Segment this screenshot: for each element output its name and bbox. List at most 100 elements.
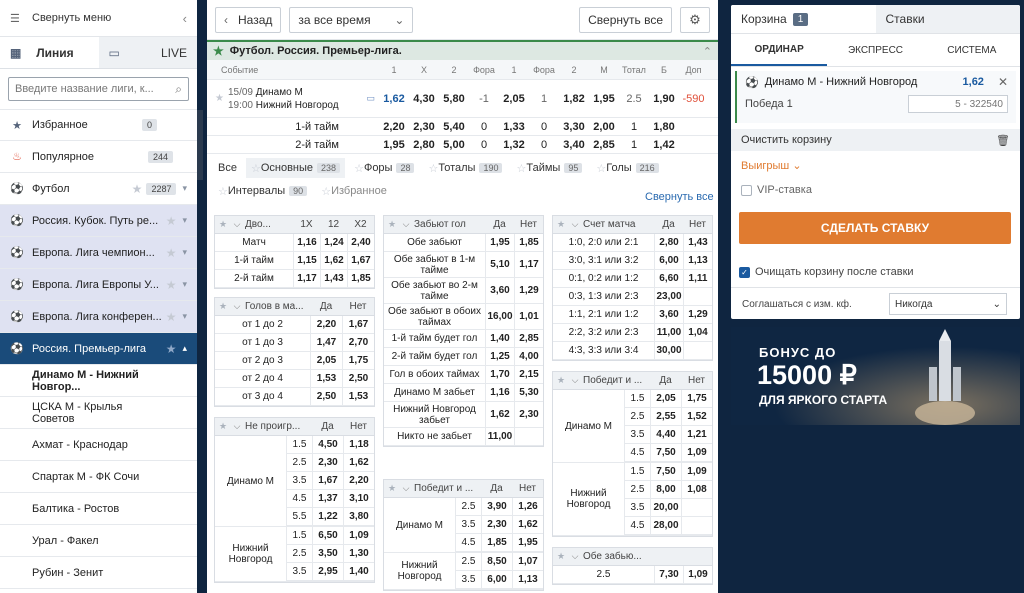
odd-cell[interactable]: 8,50 — [481, 553, 512, 570]
odd-cell[interactable]: 7,30 — [654, 566, 683, 583]
match-item[interactable]: Урал - Факел — [0, 525, 197, 557]
star-icon[interactable]: ★ — [557, 219, 569, 230]
odd-cell[interactable]: 1,43 — [683, 234, 712, 251]
odd-cell[interactable]: 1,13 — [683, 252, 712, 269]
chevron-down-icon[interactable]: ▾ — [182, 279, 187, 290]
star-icon[interactable]: ★ — [213, 44, 224, 58]
odd-cell[interactable]: 1,62 — [320, 252, 347, 269]
odd-cell[interactable]: 2,50 — [342, 370, 374, 387]
vip-checkbox[interactable] — [741, 184, 752, 196]
odd-cell[interactable]: 1,15 — [293, 252, 320, 269]
period-select[interactable]: за все время ⌄ — [289, 6, 414, 33]
odd-cell[interactable]: 1,17 — [514, 252, 543, 277]
filter-handicaps[interactable]: ☆ Форы 28 — [349, 158, 420, 178]
odd-cell[interactable]: 1,62 — [343, 454, 374, 471]
odd-cell[interactable] — [514, 428, 543, 445]
odd-cell[interactable]: 1,70 — [485, 366, 514, 383]
match-item[interactable]: Спартак М - ФК Сочи — [0, 461, 197, 493]
odd-cell[interactable]: 2,05 — [650, 390, 681, 407]
odd-cell[interactable]: 16,00 — [485, 304, 514, 329]
odd-cell[interactable]: 1,43 — [320, 270, 347, 287]
promo-banner[interactable]: БОНУС ДО 15000 ₽ ДЛЯ ЯРКОГО СТАРТА — [731, 327, 1020, 425]
chevron-down-icon[interactable]: ▾ — [182, 215, 187, 226]
star-icon[interactable]: ★ — [388, 219, 400, 230]
market-header[interactable]: ★ ⌵ Голов в ма... Да Нет — [215, 298, 374, 316]
odd-cell[interactable]: 2,30 — [409, 121, 439, 133]
star-icon[interactable]: ★ — [215, 93, 224, 104]
odd-cell[interactable] — [681, 499, 712, 516]
odd-cell[interactable]: 2,50 — [310, 388, 342, 405]
odd-cell[interactable]: 28,00 — [650, 517, 681, 534]
odd-cell[interactable]: 30,00 — [654, 342, 683, 359]
sidebar-league-item[interactable]: ⚽ Европа. Лига Европы У... ★ ▾ — [0, 269, 197, 301]
odd-cell[interactable]: 1,67 — [312, 472, 343, 489]
chevron-down-icon[interactable]: ⌵ — [400, 483, 412, 494]
sidebar-league-item[interactable]: ⚽ Европа. Лига конферен... ★ ▾ — [0, 301, 197, 333]
odd-cell[interactable]: 6,00 — [654, 252, 683, 269]
odd-cell[interactable]: 2,95 — [312, 563, 343, 580]
odd-cell[interactable]: 2,05 — [310, 352, 342, 369]
odd-cell[interactable]: 1,85 — [481, 534, 512, 551]
odd-cell[interactable]: 1,52 — [681, 408, 712, 425]
odd-cell[interactable]: 1,67 — [347, 252, 374, 269]
match-item[interactable]: Балтика - Ростов — [0, 493, 197, 525]
odd-cell[interactable]: 8,00 — [650, 481, 681, 498]
odd-cell[interactable]: 3,60 — [654, 306, 683, 323]
odd-cell[interactable] — [683, 342, 712, 359]
odd-cell[interactable]: 1,22 — [312, 508, 343, 525]
stake-input[interactable] — [908, 95, 1008, 113]
odd-cell[interactable]: 1,24 — [320, 234, 347, 251]
odd-cell[interactable]: 1,37 — [312, 490, 343, 507]
odd-cell[interactable]: 1,09 — [681, 463, 712, 480]
odd-cell[interactable]: 11,00 — [654, 324, 683, 341]
odd-cell[interactable]: 2,40 — [347, 234, 374, 251]
collapse-menu-row[interactable]: ☰ Свернуть меню ‹ — [0, 0, 197, 37]
odd-cell[interactable]: 1,29 — [683, 306, 712, 323]
star-icon[interactable]: ★ — [166, 342, 177, 356]
filter-main[interactable]: ☆ Основные 238 — [245, 158, 346, 178]
odd-cell[interactable]: 3,80 — [343, 508, 374, 525]
star-icon[interactable]: ★ — [166, 310, 177, 324]
odd-cell[interactable]: 2,30 — [514, 402, 543, 427]
star-icon[interactable]: ★ — [219, 219, 231, 230]
odd-cell[interactable]: 1,26 — [512, 498, 543, 515]
settings-button[interactable]: ⚙ — [680, 6, 710, 33]
filter-all[interactable]: Все — [213, 158, 242, 178]
odd-cell[interactable]: 1,13 — [512, 571, 543, 588]
filters-collapse-all-link[interactable]: Свернуть все — [645, 191, 714, 203]
odd-cell[interactable]: 5,10 — [485, 252, 514, 277]
chevron-down-icon[interactable]: ⌵ — [231, 219, 243, 230]
odd-cell[interactable]: 2,15 — [514, 366, 543, 383]
odd-cell[interactable]: 2,30 — [312, 454, 343, 471]
filter-intervals[interactable]: ☆ Интервалы 90 — [213, 181, 313, 201]
odd-cell[interactable]: 1,53 — [310, 370, 342, 387]
winnings-row[interactable]: Выигрыш ⌄ — [731, 151, 1020, 172]
odd-cell[interactable]: 2,80 — [409, 139, 439, 151]
odd-cell[interactable]: 3,10 — [343, 490, 374, 507]
odd-cell[interactable] — [683, 288, 712, 305]
odd-cell[interactable]: 2,85 — [589, 139, 619, 151]
odd-cell[interactable]: 3,40 — [559, 139, 589, 151]
trash-icon[interactable]: 🗑 — [996, 134, 1010, 147]
odd-cell[interactable]: 2,05 — [499, 93, 529, 105]
odd-cell[interactable]: 1,11 — [683, 270, 712, 287]
odd-cell[interactable]: 3,60 — [485, 278, 514, 303]
odd-cell[interactable]: 1,01 — [514, 304, 543, 329]
odd-cell[interactable]: 1,08 — [681, 481, 712, 498]
odd-cell[interactable] — [681, 517, 712, 534]
agree-select[interactable]: Никогда ⌄ — [889, 293, 1007, 315]
odd-cell[interactable]: 5,80 — [439, 93, 469, 105]
star-icon[interactable]: ★ — [166, 278, 177, 292]
clear-cart-row[interactable]: Очистить корзину 🗑 — [731, 129, 1020, 151]
odd-cell[interactable]: 1,75 — [681, 390, 712, 407]
match-item[interactable]: Динамо М - Нижний Новгор... — [0, 365, 197, 397]
odd-cell[interactable]: 7,50 — [650, 463, 681, 480]
odd-cell[interactable]: 5,30 — [514, 384, 543, 401]
odd-cell[interactable]: 1,18 — [343, 436, 374, 453]
star-icon[interactable]: ★ — [557, 375, 569, 386]
market-header[interactable]: ★ ⌵ Не проигр... Да Нет — [215, 418, 374, 436]
close-icon[interactable]: ✕ — [998, 75, 1008, 89]
star-icon[interactable]: ★ — [388, 483, 400, 494]
sidebar-scrollbar[interactable] — [197, 110, 203, 180]
odd-cell[interactable]: 1,62 — [512, 516, 543, 533]
